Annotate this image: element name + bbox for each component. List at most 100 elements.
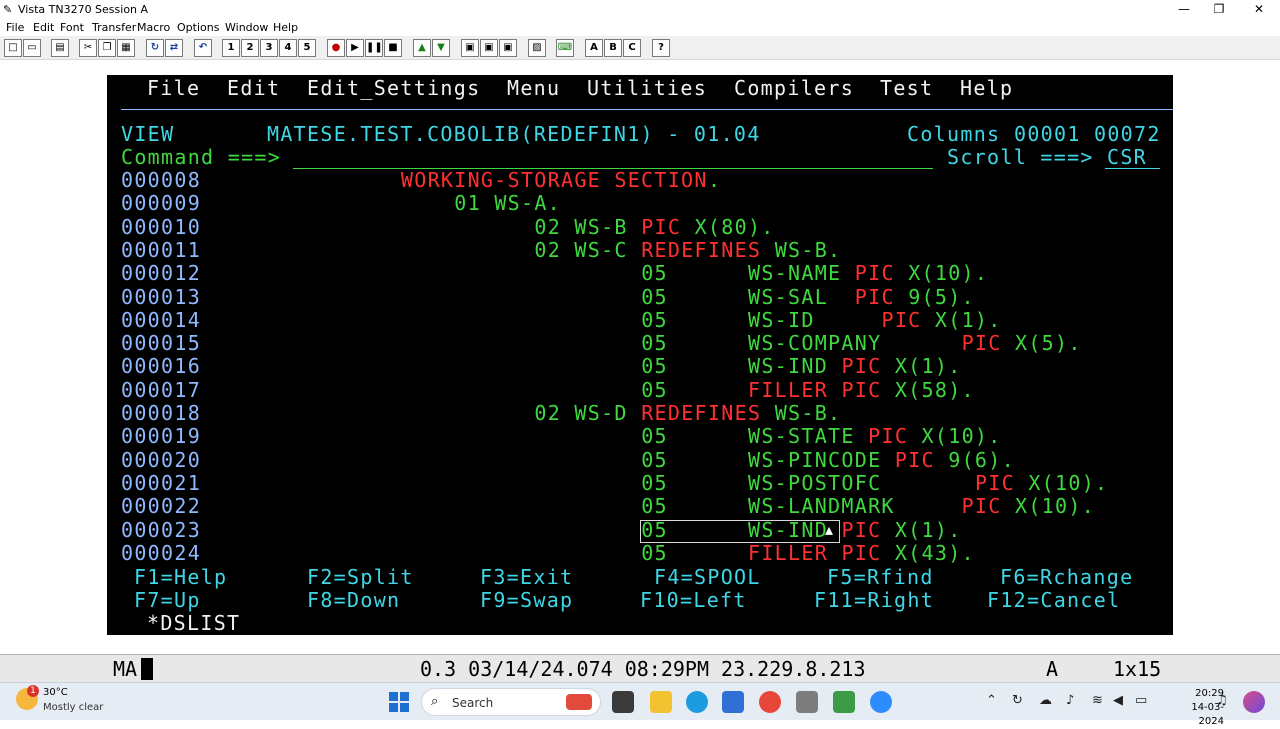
menu-window[interactable]: Window xyxy=(225,21,268,34)
refresh-icon[interactable]: ↻ xyxy=(146,39,164,57)
key-b-button[interactable]: B xyxy=(604,39,622,57)
file-explorer-icon[interactable] xyxy=(650,691,672,713)
stop-icon[interactable]: ■ xyxy=(384,39,402,57)
line-number[interactable]: 000016 xyxy=(121,355,201,378)
line-number[interactable]: 000014 xyxy=(121,308,201,332)
macro-4-button[interactable]: 4 xyxy=(279,39,297,57)
line-number[interactable]: 000017 xyxy=(121,378,201,402)
tray-chevron-icon[interactable]: ⌃ xyxy=(986,693,997,708)
new-icon[interactable]: □ xyxy=(4,39,22,57)
key-a-button[interactable]: A xyxy=(585,39,603,57)
action-compilers[interactable]: Compilers xyxy=(734,77,854,100)
store-icon[interactable] xyxy=(722,691,744,713)
menu-file[interactable]: File xyxy=(6,21,24,34)
pfkey-f12[interactable]: F12=Cancel xyxy=(987,589,1120,612)
screen-3-icon[interactable]: ▣ xyxy=(499,39,517,57)
maximize-button[interactable]: ❐ xyxy=(1201,1,1237,18)
screen-1-icon[interactable]: ▣ xyxy=(461,39,479,57)
notification-bell-icon[interactable]: ♫ xyxy=(1216,693,1228,708)
copy-icon[interactable]: ❐ xyxy=(98,39,116,57)
weather-temperature[interactable]: 30°C xyxy=(43,687,68,698)
print-icon[interactable]: ▤ xyxy=(51,39,69,57)
cut-icon[interactable]: ✂ xyxy=(79,39,97,57)
line-number[interactable]: 000022 xyxy=(121,495,201,518)
wifi-icon[interactable]: ≋ xyxy=(1092,693,1103,708)
action-test[interactable]: Test xyxy=(880,77,933,100)
pfkey-f6[interactable]: F6=Rchange xyxy=(1000,566,1133,589)
pause-icon[interactable]: ❚❚ xyxy=(365,39,383,57)
menu-macro[interactable]: Macro xyxy=(137,21,170,34)
reconnect-icon[interactable]: ⇄ xyxy=(165,39,183,57)
action-menu[interactable]: Menu xyxy=(507,77,560,100)
line-number[interactable]: 000019 xyxy=(121,425,201,448)
line-number[interactable]: 000024 xyxy=(121,541,201,565)
start-button[interactable] xyxy=(389,692,409,712)
tray-sync-icon[interactable]: ↻ xyxy=(1012,693,1023,708)
line-number[interactable]: 000009 xyxy=(121,192,201,215)
action-edit[interactable]: Edit xyxy=(227,77,280,100)
copilot-icon[interactable] xyxy=(1243,691,1265,713)
open-icon[interactable]: ▭ xyxy=(23,39,41,57)
paste-icon[interactable]: ▦ xyxy=(117,39,135,57)
menu-font[interactable]: Font xyxy=(60,21,84,34)
edge-icon[interactable] xyxy=(686,691,708,713)
task-view-icon[interactable] xyxy=(612,691,634,713)
menu-transfer[interactable]: Transfer xyxy=(92,21,136,34)
pfkey-f10[interactable]: F10=Left xyxy=(640,589,747,612)
pfkey-f5[interactable]: F5=Rfind xyxy=(827,566,934,589)
key-c-button[interactable]: C xyxy=(623,39,641,57)
scroll-value[interactable]: CSR xyxy=(1107,146,1147,169)
settings-icon[interactable]: ▨ xyxy=(528,39,546,57)
pfkey-f7[interactable]: F7=Up xyxy=(134,589,201,612)
line-number[interactable]: 000021 xyxy=(121,471,201,495)
zoom-icon[interactable] xyxy=(870,691,892,713)
line-number[interactable]: 000020 xyxy=(121,448,201,472)
dslist-command[interactable]: *DSLIST xyxy=(147,612,240,635)
action-edit-settings[interactable]: Edit_Settings xyxy=(307,77,480,100)
menu-help[interactable]: Help xyxy=(273,21,298,34)
help-button[interactable]: ? xyxy=(652,39,670,57)
line-number[interactable]: 000015 xyxy=(121,332,201,355)
pfkey-f2[interactable]: F2=Split xyxy=(307,566,414,589)
macro-3-button[interactable]: 3 xyxy=(260,39,278,57)
pfkey-f1[interactable]: F1=Help xyxy=(134,566,227,589)
pfkey-f8[interactable]: F8=Down xyxy=(307,589,400,612)
download-icon[interactable]: ▼ xyxy=(432,39,450,57)
action-file[interactable]: File xyxy=(147,77,200,100)
pfkey-f4[interactable]: F4=SPOOL xyxy=(654,566,761,589)
line-number[interactable]: 000011 xyxy=(121,238,201,262)
upload-icon[interactable]: ▲ xyxy=(413,39,431,57)
pfkey-f3[interactable]: F3=Exit xyxy=(480,566,573,589)
terminal-screen[interactable]: File Edit Edit_Settings Menu Utilities C… xyxy=(107,75,1173,635)
taskbar-search[interactable]: ⌕ Search xyxy=(421,688,601,716)
menu-edit[interactable]: Edit xyxy=(33,21,54,34)
close-button[interactable]: ✕ xyxy=(1241,1,1277,18)
screen-2-icon[interactable]: ▣ xyxy=(480,39,498,57)
microphone-icon[interactable]: ♪ xyxy=(1066,693,1074,708)
notepad-icon[interactable] xyxy=(833,691,855,713)
action-help[interactable]: Help xyxy=(960,77,1013,100)
line-number[interactable]: 000010 xyxy=(121,215,201,239)
keyboard-icon[interactable]: ⌨ xyxy=(556,39,574,57)
undo-icon[interactable]: ↶ xyxy=(194,39,212,57)
volume-icon[interactable]: ◀ xyxy=(1113,693,1123,708)
menu-options[interactable]: Options xyxy=(177,21,219,34)
vista-taskbar-icon[interactable] xyxy=(796,691,818,713)
line-number[interactable]: 000013 xyxy=(121,285,201,309)
record-icon[interactable]: ● xyxy=(327,39,345,57)
minimize-button[interactable]: — xyxy=(1166,1,1202,18)
line-number[interactable]: 000012 xyxy=(121,262,201,285)
play-icon[interactable]: ▶ xyxy=(346,39,364,57)
line-number[interactable]: 000008 xyxy=(121,169,201,192)
line-number[interactable]: 000018 xyxy=(121,402,201,425)
battery-icon[interactable]: ▭ xyxy=(1135,693,1147,708)
weather-condition[interactable]: Mostly clear xyxy=(43,702,103,713)
line-number[interactable]: 000023 xyxy=(121,518,201,542)
macro-2-button[interactable]: 2 xyxy=(241,39,259,57)
macro-5-button[interactable]: 5 xyxy=(298,39,316,57)
pfkey-f11[interactable]: F11=Right xyxy=(814,589,934,612)
tray-cloud-icon[interactable]: ☁ xyxy=(1039,693,1052,708)
chrome-icon[interactable] xyxy=(759,691,781,713)
action-utilities[interactable]: Utilities xyxy=(587,77,707,100)
macro-1-button[interactable]: 1 xyxy=(222,39,240,57)
